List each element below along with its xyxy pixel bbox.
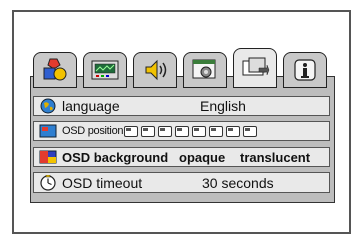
position-option[interactable]: [226, 125, 241, 137]
monitor-icon: [90, 58, 120, 82]
tab-shapes[interactable]: [33, 52, 77, 88]
row-osd-position[interactable]: OSD position: [33, 121, 330, 141]
language-value[interactable]: English: [200, 98, 246, 114]
position-option[interactable]: [192, 125, 207, 137]
clock-icon: [39, 174, 57, 191]
osd-background-option-translucent[interactable]: translucent: [240, 150, 310, 165]
tab-display[interactable]: [233, 48, 277, 88]
row-osd-timeout[interactable]: OSD timeout 30 seconds: [33, 172, 330, 193]
position-option[interactable]: [175, 125, 190, 137]
osd-background-icon: [39, 149, 57, 165]
position-option[interactable]: [158, 125, 173, 137]
tab-info[interactable]: [283, 52, 327, 88]
info-icon: [290, 57, 320, 83]
shapes-icon: [41, 57, 69, 83]
position-option[interactable]: [124, 125, 139, 137]
language-label: language: [62, 98, 120, 114]
tab-bar: [31, 48, 332, 93]
osd-background-option-opaque[interactable]: opaque: [179, 150, 240, 165]
row-osd-background[interactable]: OSD background opaque translucent: [33, 147, 330, 167]
settings-icon: [190, 57, 220, 83]
globe-icon: [39, 98, 57, 114]
display-icon: [240, 55, 270, 81]
row-language[interactable]: language English: [33, 96, 330, 116]
speaker-icon: [140, 57, 170, 83]
osd-position-label: OSD position: [62, 125, 124, 137]
osd-timeout-value[interactable]: 30 seconds: [202, 175, 274, 191]
tab-monitor[interactable]: [83, 52, 127, 88]
osd-position-selector: [124, 125, 258, 137]
position-option[interactable]: [209, 125, 224, 137]
osd-position-icon: [39, 123, 57, 139]
tab-audio[interactable]: [133, 52, 177, 88]
osd-background-label: OSD background: [62, 149, 169, 165]
position-option[interactable]: [243, 125, 258, 137]
osd-timeout-label: OSD timeout: [62, 174, 143, 191]
position-option[interactable]: [141, 125, 156, 137]
tab-settings[interactable]: [183, 52, 227, 88]
